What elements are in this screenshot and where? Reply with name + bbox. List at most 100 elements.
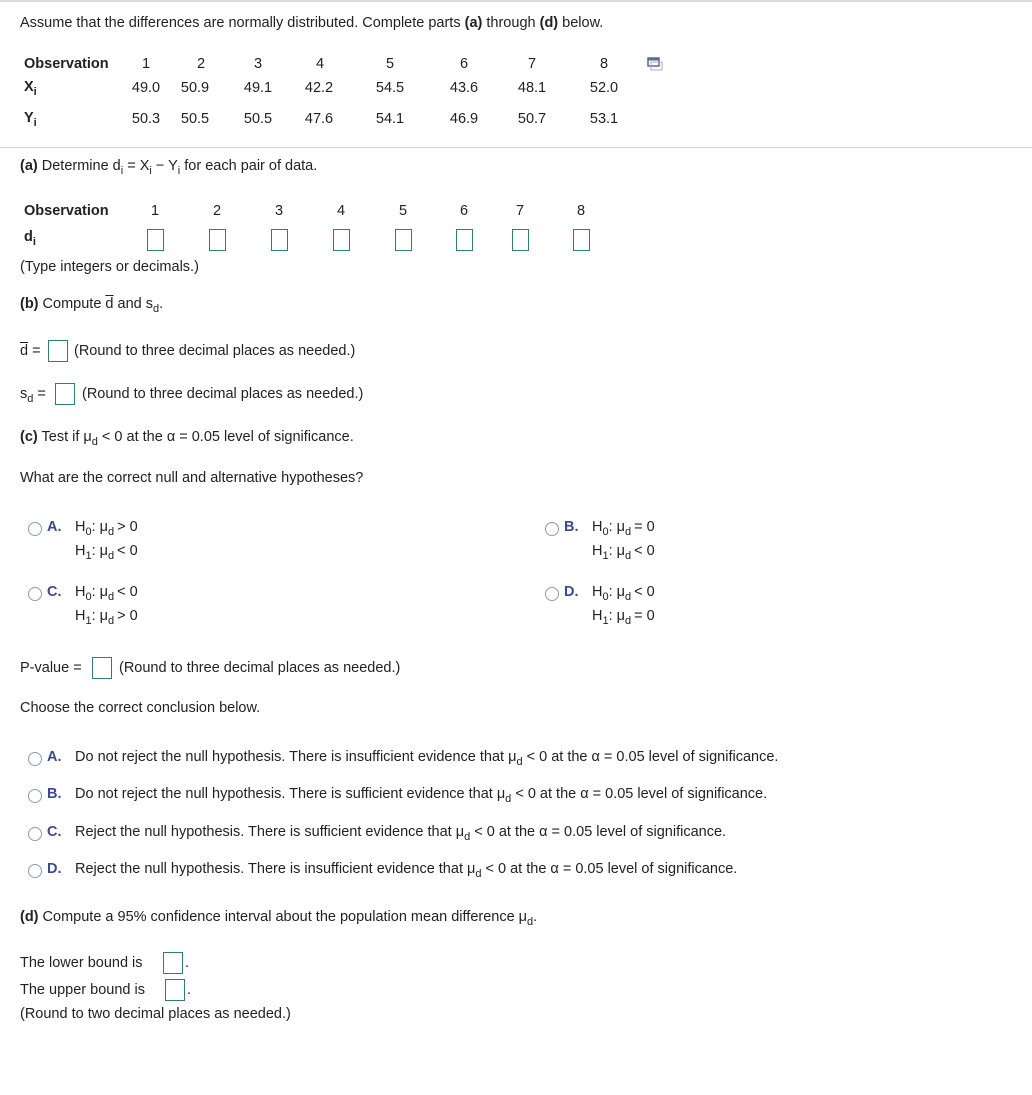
y-value: 47.6 bbox=[304, 111, 334, 127]
alternative-hypothesis: H1: μd < 0 bbox=[75, 543, 138, 562]
copy-icon[interactable] bbox=[647, 57, 663, 71]
part-c-instruction: (c) Test if μd < 0 at the α = 0.05 level… bbox=[20, 429, 354, 448]
lower-bound-dot: . bbox=[185, 955, 190, 971]
radio-button[interactable] bbox=[28, 587, 42, 601]
y-value: 53.1 bbox=[589, 111, 619, 127]
sd-hint: (Round to three decimal places as needed… bbox=[82, 386, 364, 402]
dbar-equals: = bbox=[28, 343, 41, 359]
hypothesis-option[interactable]: C. H0: μd < 0 H1: μd > 0 bbox=[28, 584, 428, 634]
mu-subscript: d bbox=[505, 793, 512, 805]
colon-mu: : μ bbox=[608, 584, 626, 600]
colon-mu: : μ bbox=[91, 608, 109, 624]
radio-button[interactable] bbox=[545, 587, 559, 601]
sd-input[interactable] bbox=[55, 383, 75, 405]
upper-bound-dot: . bbox=[187, 982, 192, 998]
lower-bound-input[interactable] bbox=[163, 952, 183, 974]
y-value: 50.5 bbox=[180, 111, 210, 127]
observation-header: Observation bbox=[24, 56, 109, 72]
radio-button[interactable] bbox=[28, 752, 42, 766]
y-value: 50.5 bbox=[243, 111, 273, 127]
radio-button[interactable] bbox=[545, 522, 559, 536]
upper-bound-input[interactable] bbox=[165, 979, 185, 1001]
option-letter: C. bbox=[47, 824, 62, 840]
alternative-hypothesis: H1: μd < 0 bbox=[592, 543, 655, 562]
part-d-hint: (Round to two decimal places as needed.) bbox=[20, 1006, 291, 1022]
conclusion-option[interactable]: A. Do not reject the null hypothesis. The… bbox=[28, 749, 928, 771]
null-hypothesis: H0: μd < 0 bbox=[592, 584, 655, 603]
option-letter: B. bbox=[47, 786, 62, 802]
conclusion-text-start: Do not reject the null hypothesis. There… bbox=[75, 749, 517, 765]
option-letter: A. bbox=[47, 519, 62, 535]
colon-mu: : μ bbox=[608, 519, 626, 535]
part-c-text1: Test if μ bbox=[37, 429, 92, 445]
part-d-period: . bbox=[533, 909, 538, 925]
part-a-text4: for each pair of data. bbox=[180, 158, 318, 174]
h0-relation: < 0 bbox=[117, 584, 138, 600]
intro-through: through bbox=[482, 15, 540, 31]
conclusion-text: Do not reject the null hypothesis. There… bbox=[75, 786, 768, 805]
d-input-4[interactable] bbox=[333, 229, 350, 251]
observation-number: 2 bbox=[196, 56, 206, 72]
d-input-6[interactable] bbox=[456, 229, 473, 251]
conclusion-text-end: < 0 at the α = 0.05 level of significanc… bbox=[511, 786, 768, 802]
h1-relation: < 0 bbox=[117, 543, 138, 559]
conclusion-text-end: < 0 at the α = 0.05 level of significanc… bbox=[481, 861, 738, 877]
y-subscript: i bbox=[33, 117, 37, 129]
d-input-2[interactable] bbox=[209, 229, 226, 251]
sd-subscript: d bbox=[153, 303, 160, 315]
mu-subscript: d bbox=[625, 591, 632, 603]
conclusion-text-end: < 0 at the α = 0.05 level of significanc… bbox=[522, 749, 779, 765]
option-letter: D. bbox=[47, 861, 62, 877]
conclusion-text: Do not reject the null hypothesis. There… bbox=[75, 749, 779, 768]
intro-text-end: below. bbox=[558, 15, 604, 31]
y-subscript: i bbox=[177, 165, 181, 177]
d-observation-number: 8 bbox=[576, 203, 586, 219]
sd-label: sd = bbox=[20, 386, 46, 405]
conclusion-option[interactable]: B. Do not reject the null hypothesis. The… bbox=[28, 786, 928, 808]
part-b-label: (b) bbox=[20, 296, 39, 312]
x-value: 43.6 bbox=[449, 80, 479, 96]
dbar-symbol: d bbox=[20, 343, 29, 359]
part-a-label: (a) bbox=[20, 158, 38, 174]
conclusion-option[interactable]: C. Reject the null hypothesis. There is s… bbox=[28, 824, 928, 846]
h1-relation: > 0 bbox=[117, 608, 138, 624]
dbar-hint: (Round to three decimal places as needed… bbox=[74, 343, 356, 359]
h-symbol: H bbox=[75, 543, 86, 559]
pvalue-hint: (Round to three decimal places as needed… bbox=[119, 660, 401, 676]
h1-subscript: 1 bbox=[602, 615, 609, 627]
d-input-5[interactable] bbox=[395, 229, 412, 251]
part-b-and: and s bbox=[113, 296, 153, 312]
x-value: 49.1 bbox=[243, 80, 273, 96]
d-row-label: di bbox=[24, 229, 36, 248]
pvalue-input[interactable] bbox=[92, 657, 112, 679]
colon-mu: : μ bbox=[608, 608, 626, 624]
h-symbol: H bbox=[592, 584, 603, 600]
radio-button[interactable] bbox=[28, 827, 42, 841]
hypothesis-option[interactable]: A. H0: μd > 0 H1: μd < 0 bbox=[28, 519, 428, 569]
radio-button[interactable] bbox=[28, 789, 42, 803]
d-input-1[interactable] bbox=[147, 229, 164, 251]
hypothesis-option[interactable]: B. H0: μd = 0 H1: μd < 0 bbox=[545, 519, 945, 569]
h0-subscript: 0 bbox=[85, 526, 92, 538]
part-a-text1: Determine d bbox=[37, 158, 121, 174]
hypothesis-option[interactable]: D. H0: μd < 0 H1: μd = 0 bbox=[545, 584, 945, 634]
top-border bbox=[0, 0, 1032, 2]
radio-button[interactable] bbox=[28, 864, 42, 878]
d-input-3[interactable] bbox=[271, 229, 288, 251]
colon-mu: : μ bbox=[608, 543, 626, 559]
mu-subscript: d bbox=[516, 756, 523, 768]
null-hypothesis: H0: μd < 0 bbox=[75, 584, 138, 603]
x-subscript: i bbox=[149, 165, 152, 177]
conclusion-option[interactable]: D. Reject the null hypothesis. There is i… bbox=[28, 861, 928, 883]
h1-subscript: 1 bbox=[602, 550, 609, 562]
d-input-7[interactable] bbox=[512, 229, 529, 251]
radio-button[interactable] bbox=[28, 522, 42, 536]
dbar-input[interactable] bbox=[48, 340, 68, 362]
observation-number: 5 bbox=[385, 56, 395, 72]
part-d-instruction: (d) Compute a 95% confidence interval ab… bbox=[20, 909, 538, 928]
d-observation-number: 7 bbox=[515, 203, 525, 219]
d-input-8[interactable] bbox=[573, 229, 590, 251]
h-symbol: H bbox=[592, 608, 603, 624]
mu-subscript: d bbox=[625, 526, 632, 538]
null-hypothesis: H0: μd = 0 bbox=[592, 519, 655, 538]
